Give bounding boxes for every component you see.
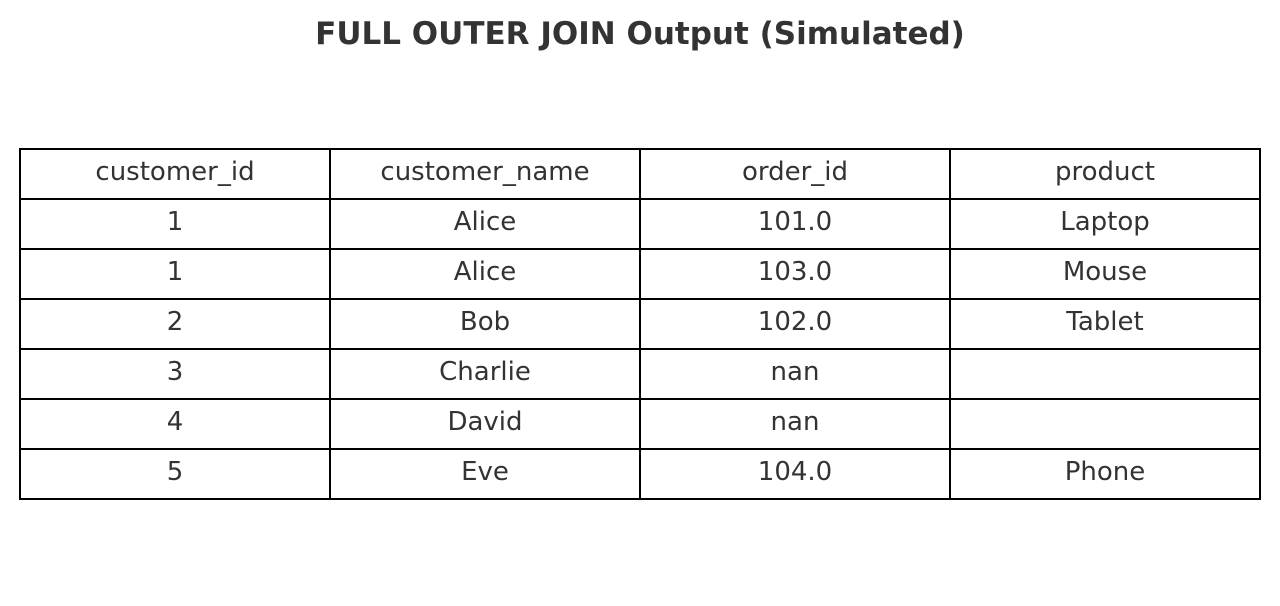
cell-order-id: 103.0 (639, 248, 951, 300)
table-row: 5 Eve 104.0 Phone (19, 448, 1261, 500)
cell-customer-name: Charlie (329, 348, 641, 400)
cell-product: Mouse (949, 248, 1261, 300)
cell-customer-id: 1 (19, 248, 331, 300)
table-row: 1 Alice 103.0 Mouse (19, 248, 1261, 300)
cell-product (949, 348, 1261, 400)
cell-customer-id: 1 (19, 198, 331, 250)
cell-order-id: nan (639, 398, 951, 450)
cell-customer-name: Alice (329, 198, 641, 250)
cell-order-id: 104.0 (639, 448, 951, 500)
table-title: FULL OUTER JOIN Output (Simulated) (315, 16, 965, 52)
table-row: 1 Alice 101.0 Laptop (19, 198, 1261, 250)
table-row: 3 Charlie nan (19, 348, 1261, 400)
table-header-row: customer_id customer_name order_id produ… (19, 148, 1261, 200)
cell-customer-id: 5 (19, 448, 331, 500)
table-row: 4 David nan (19, 398, 1261, 450)
cell-order-id: 101.0 (639, 198, 951, 250)
header-customer-id: customer_id (19, 148, 331, 200)
cell-product: Phone (949, 448, 1261, 500)
cell-order-id: nan (639, 348, 951, 400)
cell-customer-name: Bob (329, 298, 641, 350)
header-product: product (949, 148, 1261, 200)
header-order-id: order_id (639, 148, 951, 200)
output-table: customer_id customer_name order_id produ… (19, 148, 1261, 500)
cell-product: Tablet (949, 298, 1261, 350)
header-customer-name: customer_name (329, 148, 641, 200)
cell-customer-id: 3 (19, 348, 331, 400)
table-row: 2 Bob 102.0 Tablet (19, 298, 1261, 350)
cell-product: Laptop (949, 198, 1261, 250)
cell-customer-name: David (329, 398, 641, 450)
cell-product (949, 398, 1261, 450)
cell-order-id: 102.0 (639, 298, 951, 350)
cell-customer-name: Eve (329, 448, 641, 500)
cell-customer-id: 4 (19, 398, 331, 450)
cell-customer-id: 2 (19, 298, 331, 350)
cell-customer-name: Alice (329, 248, 641, 300)
